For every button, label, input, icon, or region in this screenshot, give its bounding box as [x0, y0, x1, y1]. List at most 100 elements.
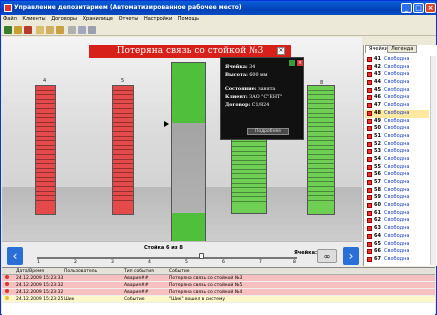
cell-number: 45 [374, 86, 381, 93]
rack-cell[interactable] [308, 196, 334, 201]
user-remove-icon[interactable] [24, 26, 32, 34]
col-user[interactable]: Пользователь [64, 268, 97, 275]
cell-user: Шик [64, 297, 75, 302]
list-item[interactable]: 53 Свободна [365, 148, 429, 156]
cell-status: Свободна [384, 125, 410, 132]
contract-label: Договор: [225, 102, 251, 108]
event-severity-icon [5, 275, 9, 279]
rack-4[interactable] [35, 85, 56, 215]
alarm-close-icon[interactable]: × [277, 47, 285, 55]
app-window: Управление депозитарием (Автоматизирован… [0, 0, 437, 315]
cell-number: 52 [374, 140, 381, 147]
list-item[interactable]: 55 Свободна [365, 164, 429, 172]
col-event[interactable]: Событие [169, 268, 190, 275]
list-item[interactable]: 63 Свободна [365, 225, 429, 233]
edit-icon[interactable] [68, 26, 76, 34]
rack-slider[interactable] [37, 257, 297, 259]
table-row[interactable]: 24.12.2009 15:23:33 Авария## Потеряна связ… [2, 275, 435, 282]
rack-cell[interactable] [36, 196, 55, 201]
menu-contracts[interactable]: Договоры [49, 16, 79, 22]
list-item[interactable]: 67 Свободна [365, 256, 429, 264]
cell-status-icon [367, 218, 372, 224]
list-item[interactable]: 50 Свободна [365, 125, 429, 133]
menu-help[interactable]: Помощь [176, 16, 201, 22]
rack-8[interactable] [307, 85, 335, 215]
cell-status: Свободна [384, 202, 410, 209]
menu-clients[interactable]: Клиенты [20, 16, 47, 22]
list-item[interactable]: 43 Свободна [365, 71, 429, 79]
document-icon[interactable] [36, 26, 44, 34]
cell-time: 24.12.2009 15:23:32 [16, 283, 64, 288]
cell-number: 53 [374, 148, 381, 155]
height-value: 600 мм [249, 73, 268, 78]
popup-pin-icon[interactable] [289, 60, 295, 66]
list-item[interactable]: 61 Свободна [365, 210, 429, 218]
list-item[interactable]: 60 Свободна [365, 202, 429, 210]
cell-status: Свободна [384, 71, 410, 78]
search-icon[interactable] [78, 26, 86, 34]
list-item[interactable]: 47 Свободна [365, 102, 429, 110]
prev-rack-button[interactable]: ‹ [7, 247, 23, 265]
cell-number: 58 [374, 186, 381, 193]
menu-reports[interactable]: Отчеты [117, 16, 141, 22]
list-item[interactable]: 51 Свободна [365, 133, 429, 141]
list-item[interactable]: 41 Свободна [365, 56, 429, 64]
list-item[interactable]: 62 Свободна [365, 217, 429, 225]
cell-status: Свободна [384, 86, 410, 93]
list-item[interactable]: 65 Свободна [365, 241, 429, 249]
list-item[interactable]: 42 Свободна [365, 64, 429, 72]
cells-scrollbar[interactable] [430, 56, 436, 265]
cell-status: Свободна [384, 117, 410, 124]
list-item[interactable]: 57 Свободна [365, 179, 429, 187]
table-row[interactable]: 24.12.2009 15:23:32 Авария## Потеряна связ… [2, 289, 435, 296]
tools-icon[interactable] [88, 26, 96, 34]
binoculars-icon[interactable]: ∞ [317, 249, 337, 263]
rack-slider-ticks: 1 2 3 4 5 6 7 8 [37, 260, 297, 266]
tab-legend[interactable]: Легенда [387, 45, 418, 53]
tick-7: 7 [259, 260, 262, 265]
list-item[interactable]: 48 Свободна [365, 109, 429, 118]
table-row[interactable]: 24.12.2009 15:23:25 Шик Событие "Шик" вошел… [2, 296, 435, 303]
rack-5[interactable] [112, 85, 134, 215]
table-row[interactable]: 24.12.2009 15:23:32 Авария## Потеряна связ… [2, 282, 435, 289]
list-item[interactable]: 44 Свободна [365, 79, 429, 87]
alarm-title-text: Потеряна связь со стойкой №3 [116, 46, 264, 56]
list-item[interactable]: 46 Свободна [365, 94, 429, 102]
rack-4-cells [36, 86, 55, 201]
toolbar [1, 24, 436, 36]
details-button[interactable]: Подробнее [247, 128, 289, 135]
list-item[interactable]: 64 Свободна [365, 233, 429, 241]
folder-icon[interactable] [56, 26, 64, 34]
rack-slider-thumb[interactable] [199, 253, 204, 259]
cell-number: 43 [374, 71, 381, 78]
maximize-button[interactable]: □ [413, 3, 424, 13]
list-item[interactable]: 54 Свободна [365, 156, 429, 164]
rack-cell[interactable] [232, 197, 266, 203]
menu-file[interactable]: Файл [1, 16, 19, 22]
col-datetime[interactable]: Дата/Время [16, 268, 44, 275]
rack-cell[interactable] [113, 196, 133, 201]
menu-storage[interactable]: Хранилище [81, 16, 115, 22]
list-item[interactable]: 56 Свободна [365, 171, 429, 179]
rack-caption: Стойка 6 из 8 [144, 245, 183, 251]
list-item[interactable]: 45 Свободна [365, 87, 429, 95]
list-item[interactable]: 66 Свободна [365, 248, 429, 256]
list-item[interactable]: 52 Свободна [365, 141, 429, 149]
col-event-type[interactable]: Тип события [124, 268, 154, 275]
list-item[interactable]: 59 Свободна [365, 194, 429, 202]
user-group-icon[interactable] [14, 26, 22, 34]
storage-3d-view[interactable]: 4 5 8 [2, 37, 362, 265]
cell-number: 49 [374, 117, 381, 124]
menu-settings[interactable]: Настройки [142, 16, 174, 22]
document-list-icon[interactable] [46, 26, 54, 34]
list-item[interactable]: 49 Свободна [365, 118, 429, 126]
cell-status: Свободна [384, 140, 410, 147]
close-button[interactable]: × [425, 3, 436, 13]
rack-6[interactable] [171, 62, 206, 255]
user-icon[interactable] [4, 26, 12, 34]
list-item[interactable]: 58 Свободна [365, 187, 429, 195]
next-rack-button[interactable]: › [343, 247, 359, 265]
event-log: Дата/Время Пользователь Тип события Собы… [2, 267, 435, 315]
popup-close-icon[interactable]: × [297, 60, 303, 66]
minimize-button[interactable]: _ [401, 3, 412, 13]
